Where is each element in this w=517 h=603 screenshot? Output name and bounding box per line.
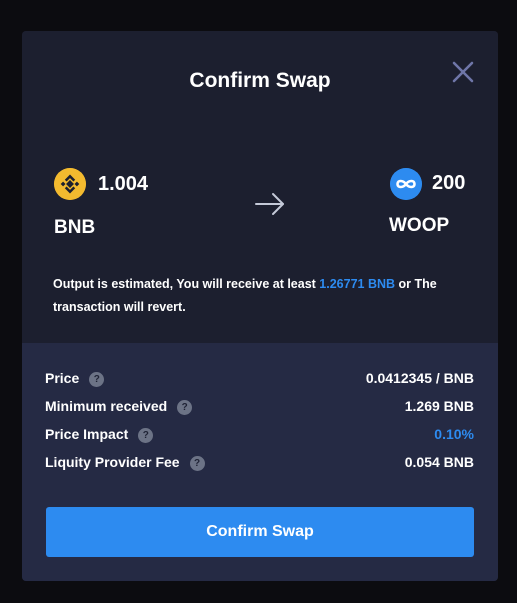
note-prefix: Output is estimated, You will receive at…	[53, 277, 320, 291]
estimate-note: Output is estimated, You will receive at…	[53, 273, 473, 319]
detail-row-provider-fee: Liquity Provider Fee? 0.054 BNB	[45, 452, 474, 472]
to-token-symbol: WOOP	[389, 215, 450, 236]
detail-label: Liquity Provider Fee?	[45, 452, 205, 472]
detail-label-text: Minimum received	[45, 398, 168, 414]
from-amount: 1.004	[98, 173, 149, 195]
modal-title: Confirm Swap	[189, 69, 331, 92]
close-icon[interactable]	[450, 59, 476, 85]
confirm-swap-modal: Confirm Swap 1.004 BNB 200 WOOP Output i…	[22, 31, 498, 581]
detail-label-text: Price Impact	[45, 426, 129, 442]
detail-row-price: Price? 0.0412345 / BNB	[45, 368, 474, 388]
bnb-token-icon	[54, 168, 86, 200]
confirm-swap-button[interactable]: Confirm Swap	[46, 507, 474, 557]
woop-token-icon	[390, 168, 422, 200]
detail-row-minimum-received: Minimum received? 1.269 BNB	[45, 396, 474, 416]
detail-value: 1.269 BNB	[404, 398, 474, 414]
minimum-output-amount: 1.26771 BNB	[319, 277, 396, 291]
detail-row-price-impact: Price Impact? 0.10%	[45, 424, 474, 444]
detail-value: 0.0412345 / BNB	[365, 370, 474, 386]
arrow-right-icon	[255, 193, 284, 215]
help-icon[interactable]: ?	[177, 400, 193, 415]
detail-value: 0.10%	[434, 426, 474, 442]
detail-label: Minimum received?	[45, 396, 193, 416]
to-amount: 200	[432, 172, 466, 194]
detail-label: Price Impact?	[45, 424, 154, 444]
detail-label: Price?	[45, 368, 105, 388]
help-icon[interactable]: ?	[189, 456, 205, 471]
help-icon[interactable]: ?	[89, 372, 105, 387]
detail-label-text: Price	[45, 370, 80, 386]
detail-value: 0.054 BNB	[404, 454, 474, 470]
help-icon[interactable]: ?	[138, 428, 154, 443]
from-token-symbol: BNB	[54, 217, 96, 238]
detail-label-text: Liquity Provider Fee	[45, 454, 180, 470]
